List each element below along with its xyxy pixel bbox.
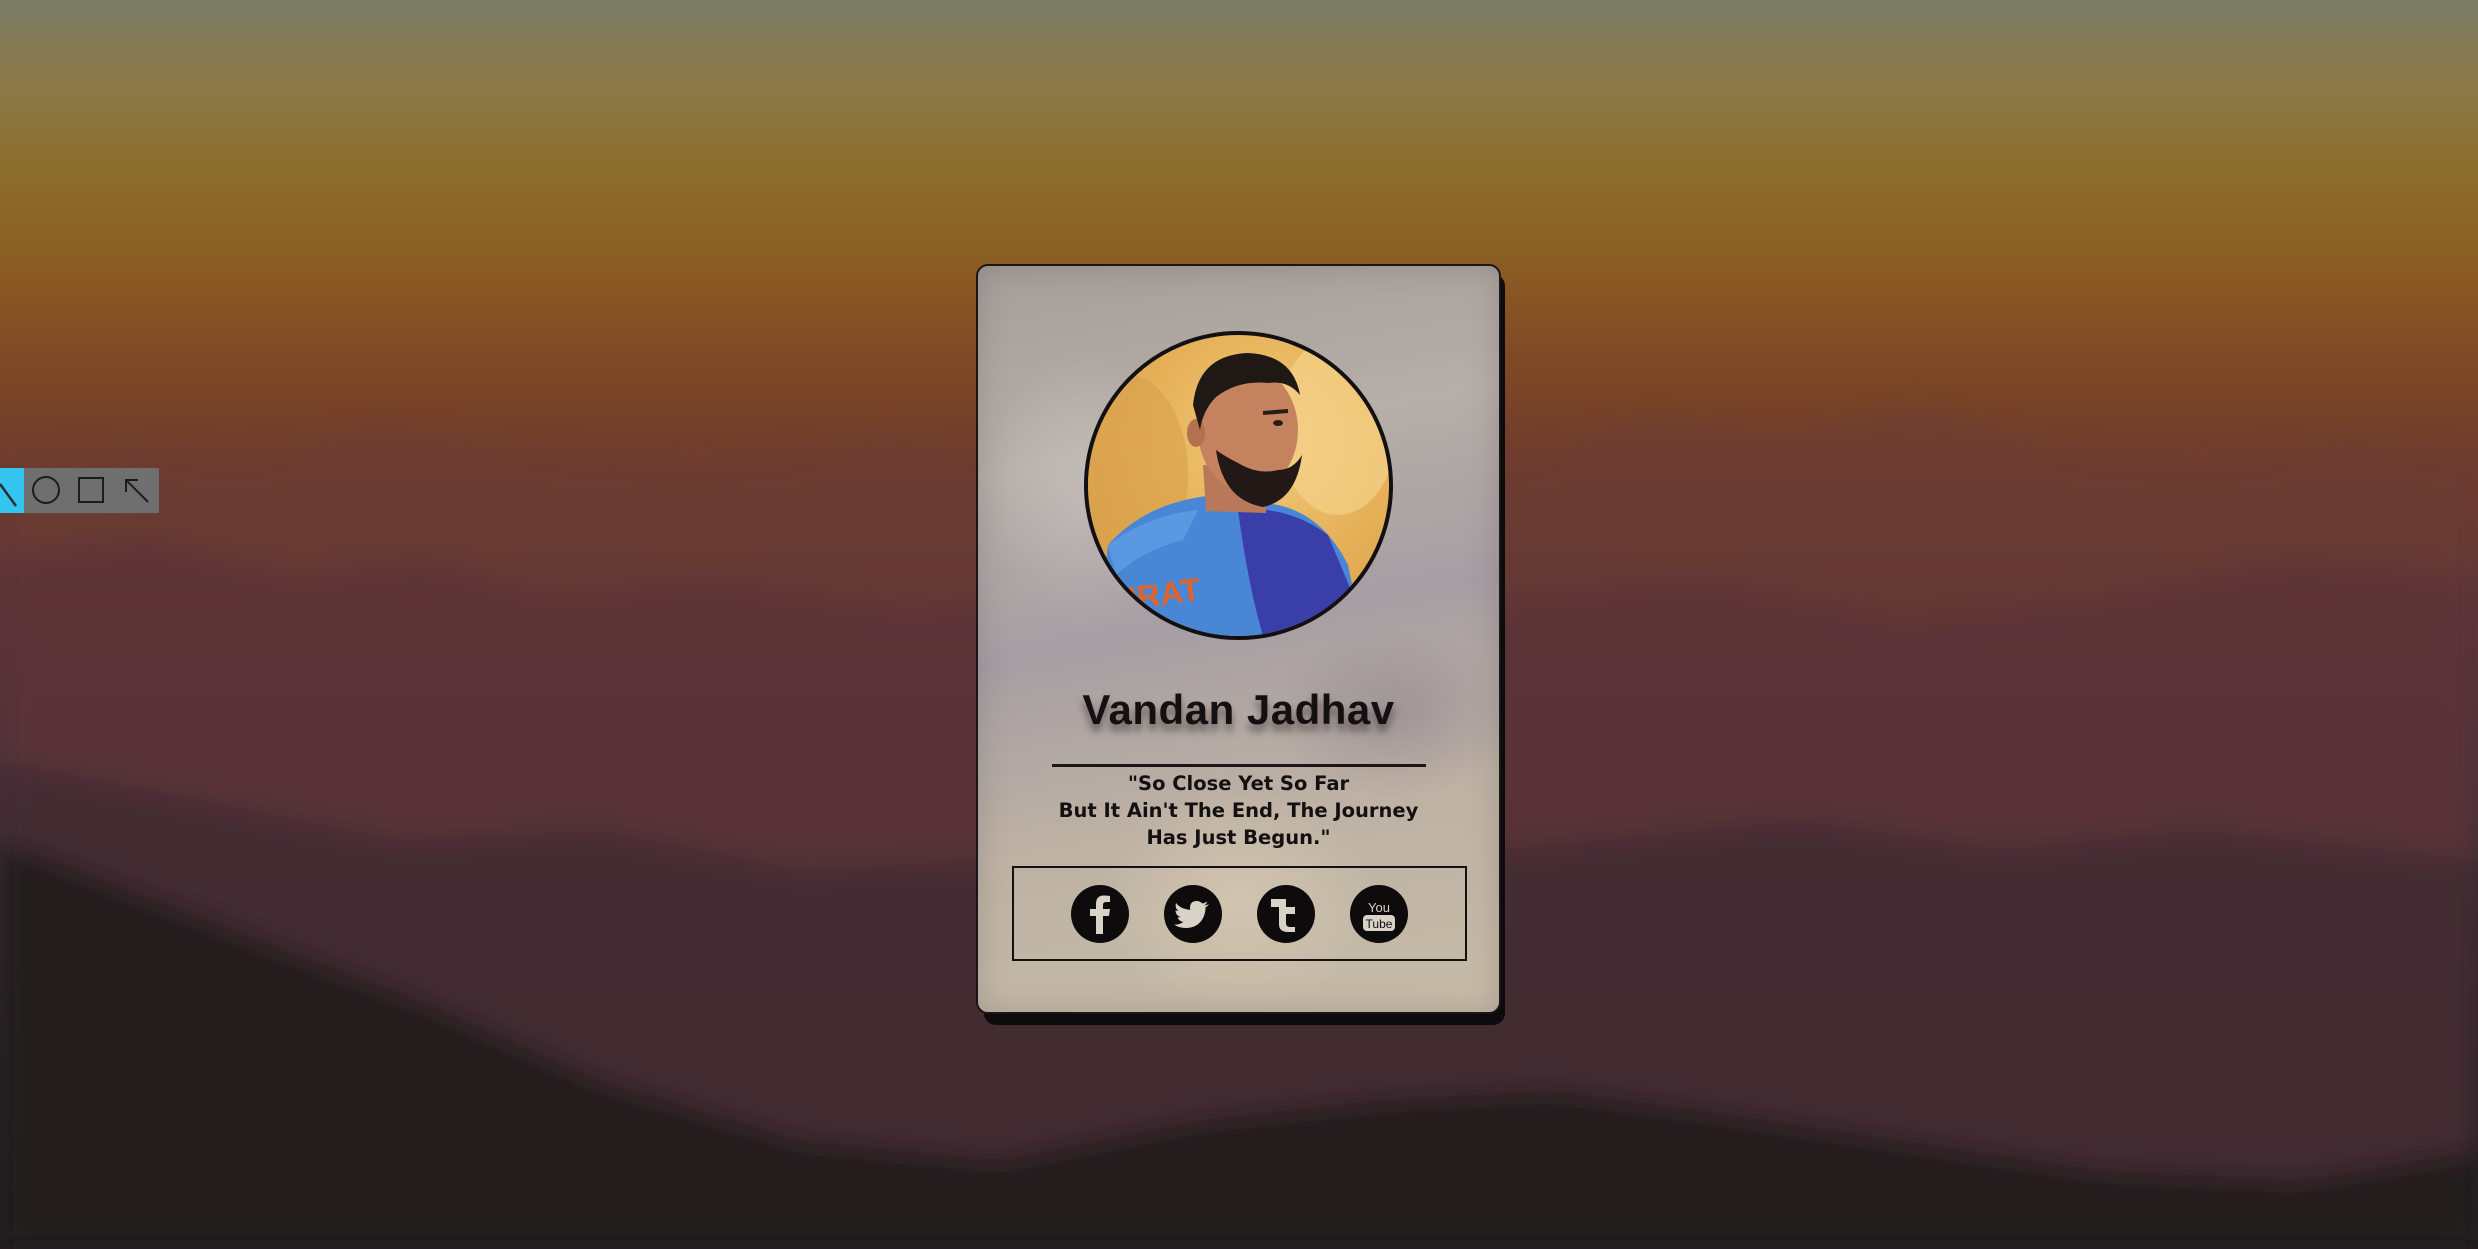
- line-tool-button[interactable]: [0, 468, 24, 513]
- quote-line: But It Ain't The End, The Journey: [1058, 799, 1419, 822]
- name-divider: [1052, 764, 1426, 767]
- arrow-tool-icon: [125, 479, 149, 503]
- profile-quote: "So Close Yet So Far But It Ain't The En…: [978, 770, 1499, 851]
- youtube-icon: You Tube: [1363, 900, 1395, 931]
- circle-tool-button[interactable]: [24, 468, 69, 513]
- tumblr-link[interactable]: [1257, 884, 1315, 943]
- arrow-tool-button[interactable]: [114, 468, 159, 513]
- circle-tool-icon: [32, 476, 60, 504]
- social-links: You Tube: [1012, 866, 1467, 961]
- twitter-icon: [1174, 900, 1209, 928]
- quote-line: "So Close Yet So Far: [1127, 772, 1350, 795]
- drawing-toolbar: [0, 468, 159, 513]
- profile-name: Vandan Jadhav: [1082, 686, 1395, 733]
- youtube-glyph-bottom: Tube: [1366, 917, 1393, 931]
- youtube-glyph-top: You: [1368, 900, 1390, 915]
- quote-line: Has Just Begun.": [1146, 826, 1331, 849]
- profile-card: IRAT Vandan Jadhav "So Close Yet So Far …: [976, 264, 1501, 1014]
- facebook-link[interactable]: [1071, 884, 1129, 943]
- avatar-photo: IRAT: [1088, 335, 1389, 636]
- twitter-link[interactable]: [1164, 884, 1222, 943]
- profile-avatar: IRAT: [1084, 331, 1393, 640]
- youtube-link[interactable]: You Tube: [1350, 884, 1408, 943]
- line-tool-icon: [0, 483, 18, 507]
- facebook-icon: [1090, 895, 1110, 934]
- rectangle-tool-icon: [78, 477, 104, 503]
- rectangle-tool-button[interactable]: [69, 468, 114, 513]
- tumblr-icon: [1271, 898, 1295, 932]
